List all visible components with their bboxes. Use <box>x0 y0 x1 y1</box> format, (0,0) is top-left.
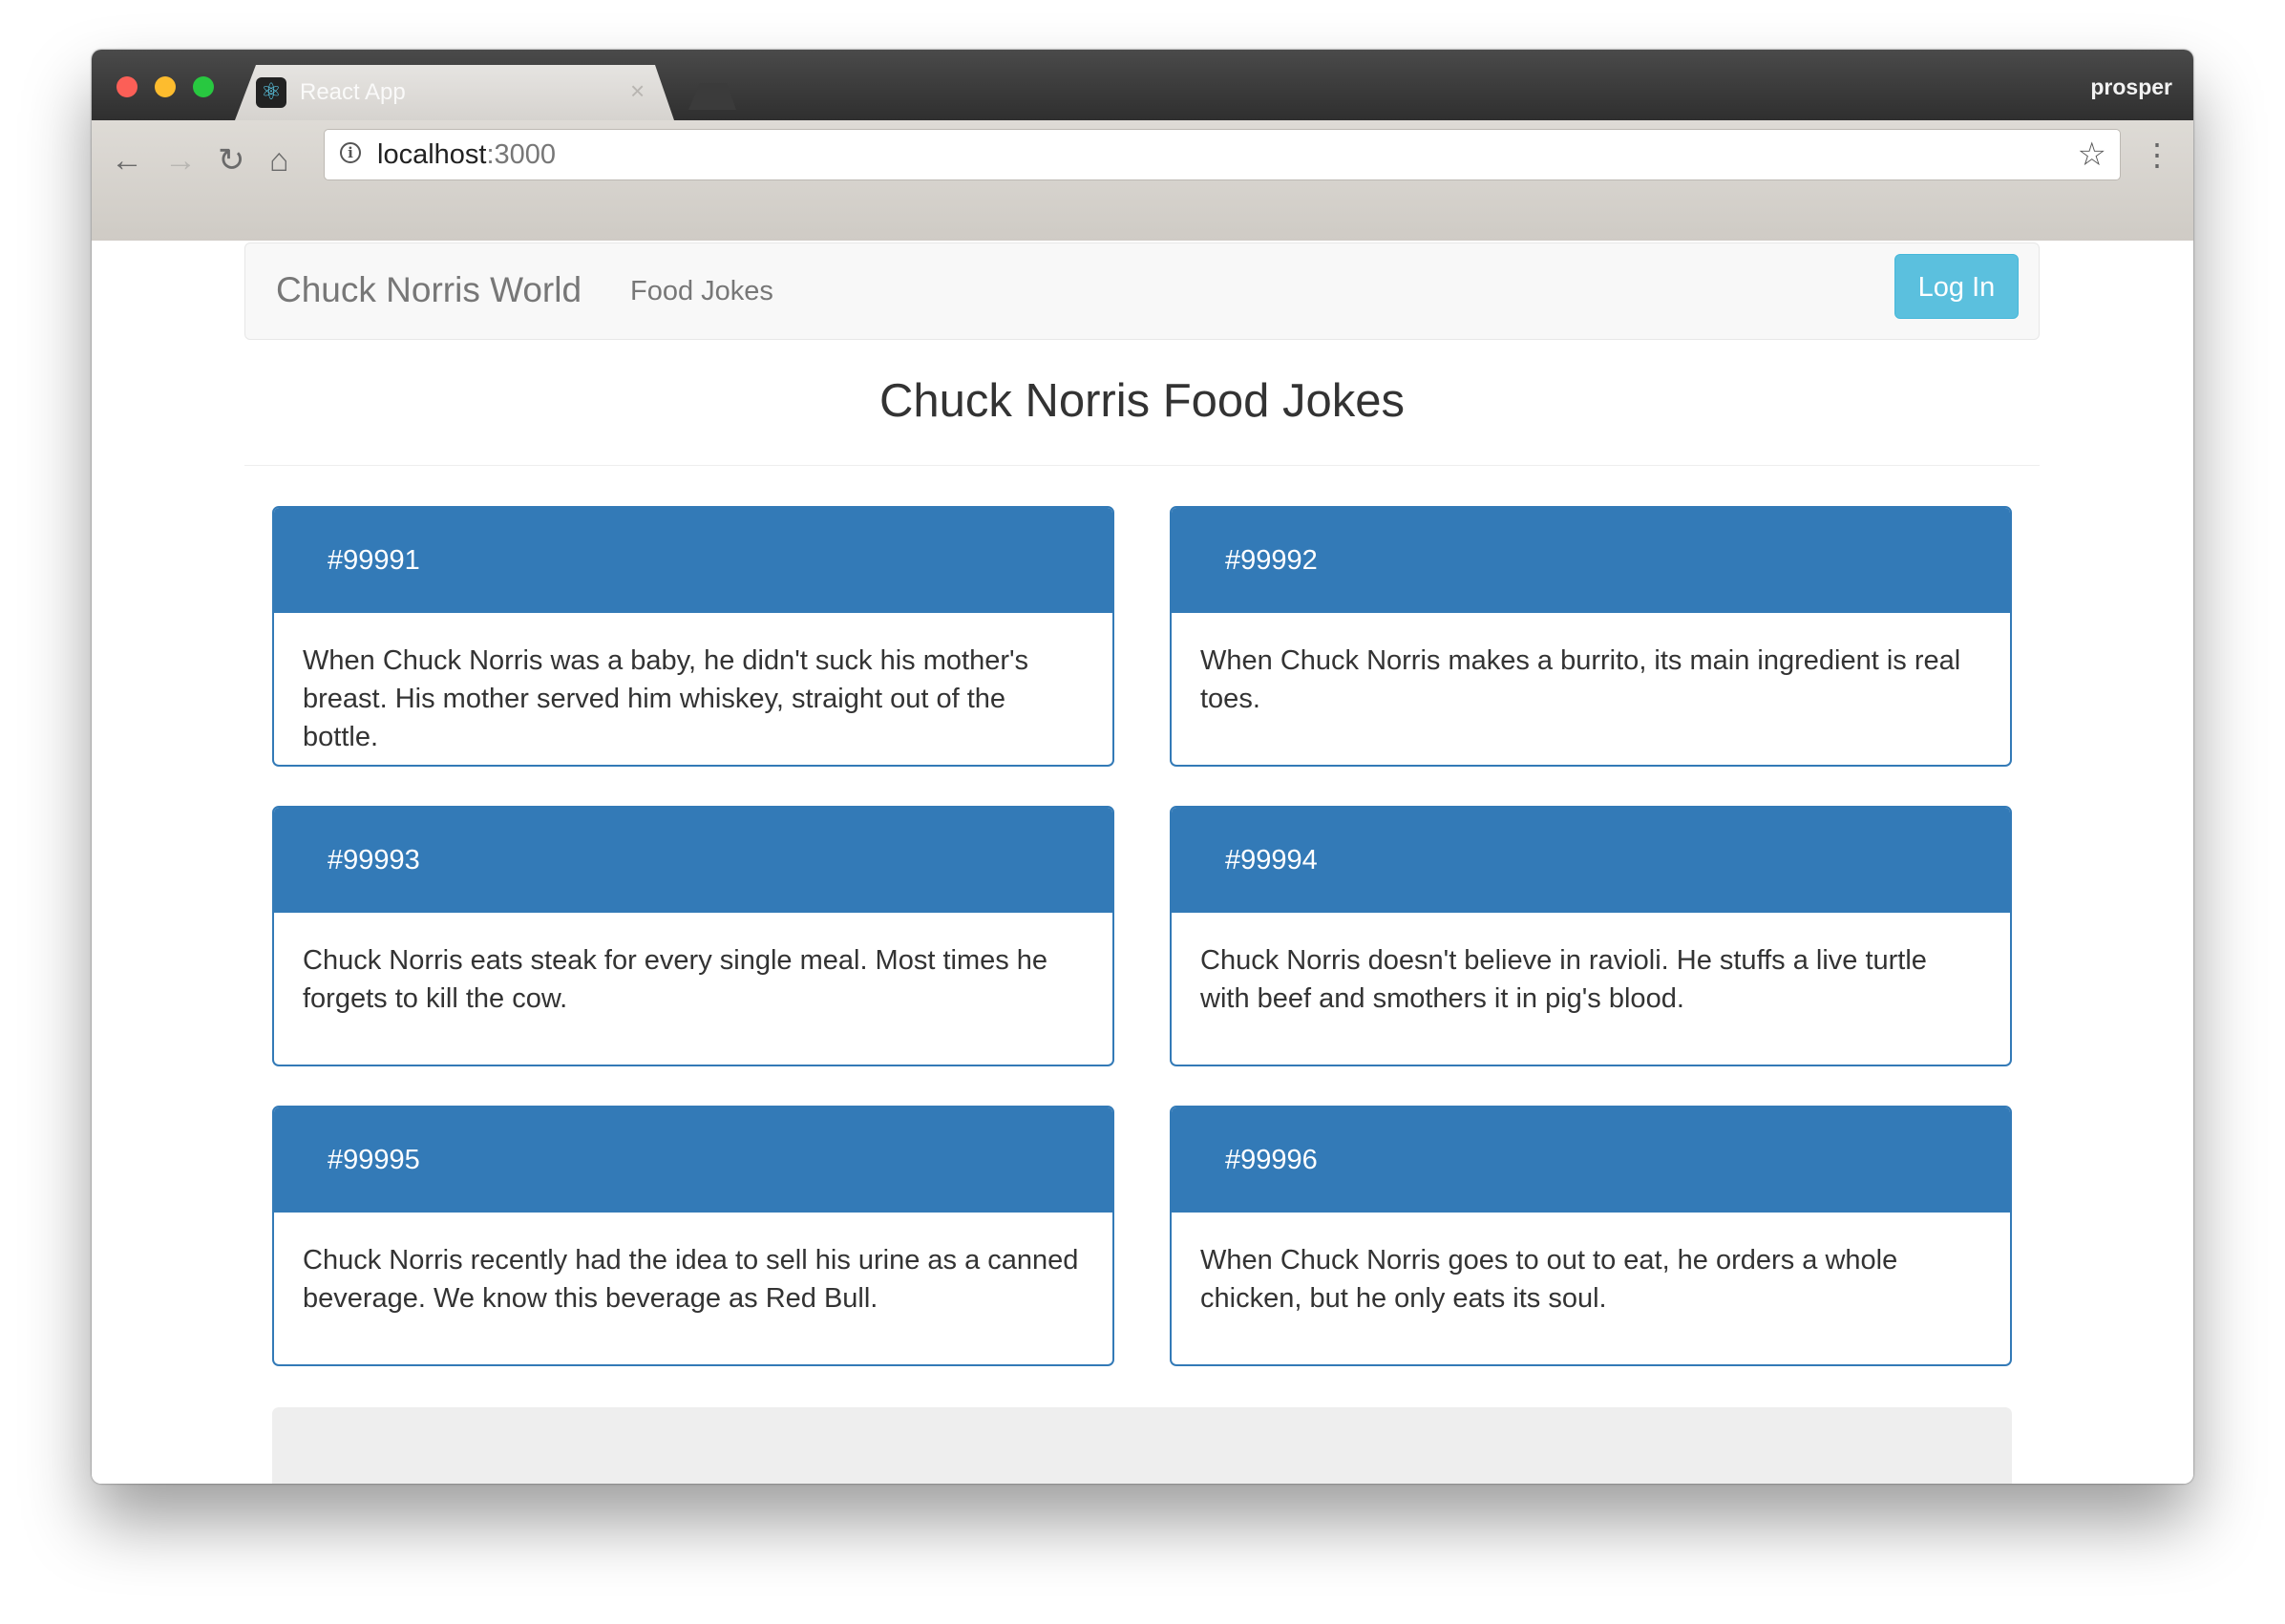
joke-card-id: #99991 <box>274 508 1112 613</box>
address-bar[interactable]: i localhost:3000 ☆ <box>325 130 2120 179</box>
forward-arrow-icon[interactable]: → <box>164 141 197 179</box>
title-bar: ⚛ React App × prosper <box>92 50 2193 120</box>
info-icon[interactable]: i <box>340 142 361 163</box>
joke-card-text: When Chuck Norris was a baby, he didn't … <box>303 645 1029 752</box>
new-tab-button[interactable] <box>688 83 736 110</box>
footer-well <box>272 1407 2012 1484</box>
joke-card: #99994 Chuck Norris doesn't believe in r… <box>1170 806 2012 1066</box>
url-host: localhost <box>377 139 487 170</box>
joke-card: #99996 When Chuck Norris goes to out to … <box>1170 1106 2012 1366</box>
profile-name[interactable]: prosper <box>2090 74 2172 100</box>
url-port: :3000 <box>486 139 557 170</box>
joke-card-id: #99993 <box>274 808 1112 913</box>
nav-link-food-jokes[interactable]: Food Jokes <box>630 276 773 307</box>
joke-card-id: #99995 <box>274 1107 1112 1213</box>
joke-card-id: #99996 <box>1172 1107 2010 1213</box>
site-navbar: Chuck Norris World Food Jokes Log In <box>244 243 2040 340</box>
tab-title: React App <box>300 79 406 105</box>
react-icon: ⚛ <box>256 77 286 108</box>
browser-tab[interactable]: ⚛ React App × <box>235 65 674 120</box>
home-icon[interactable]: ⌂ <box>269 141 289 179</box>
page-title: Chuck Norris Food Jokes <box>878 375 1406 427</box>
joke-card: #99991 When Chuck Norris was a baby, he … <box>272 506 1114 767</box>
brand-link[interactable]: Chuck Norris World <box>276 270 582 310</box>
reload-icon[interactable]: ↻ <box>218 141 245 179</box>
joke-card: #99993 Chuck Norris eats steak for every… <box>272 806 1114 1066</box>
joke-card: #99992 When Chuck Norris makes a burrito… <box>1170 506 2012 767</box>
maximize-window-button[interactable] <box>193 76 214 97</box>
page-viewport: Chuck Norris World Food Jokes Log In Chu… <box>92 241 2193 1484</box>
title-divider <box>244 465 2040 466</box>
joke-card-id: #99992 <box>1172 508 2010 613</box>
menu-dots-icon[interactable]: ⋮ <box>2142 139 2172 170</box>
joke-card-text: Chuck Norris recently had the idea to se… <box>303 1245 1079 1314</box>
joke-card-id: #99994 <box>1172 808 2010 913</box>
browser-toolbar: ← → ↻ ⌂ i localhost:3000 ☆ ⋮ <box>92 120 2193 242</box>
back-arrow-icon[interactable]: ← <box>111 141 143 179</box>
star-icon[interactable]: ☆ <box>2078 136 2106 174</box>
joke-card-text: When Chuck Norris goes to out to eat, he… <box>1200 1245 1898 1314</box>
joke-card: #99995 Chuck Norris recently had the ide… <box>272 1106 1114 1366</box>
tab-close-icon[interactable]: × <box>630 76 645 106</box>
joke-card-text: When Chuck Norris makes a burrito, its m… <box>1200 645 1961 714</box>
browser-window: ⚛ React App × prosper ← → ↻ ⌂ i localhos… <box>92 50 2193 1484</box>
close-window-button[interactable] <box>116 76 138 97</box>
url-text[interactable]: localhost:3000 <box>377 139 556 171</box>
minimize-window-button[interactable] <box>155 76 176 97</box>
joke-card-text: Chuck Norris doesn't believe in ravioli.… <box>1200 945 1927 1014</box>
login-button[interactable]: Log In <box>1894 254 2019 319</box>
joke-card-text: Chuck Norris eats steak for every single… <box>303 945 1048 1014</box>
